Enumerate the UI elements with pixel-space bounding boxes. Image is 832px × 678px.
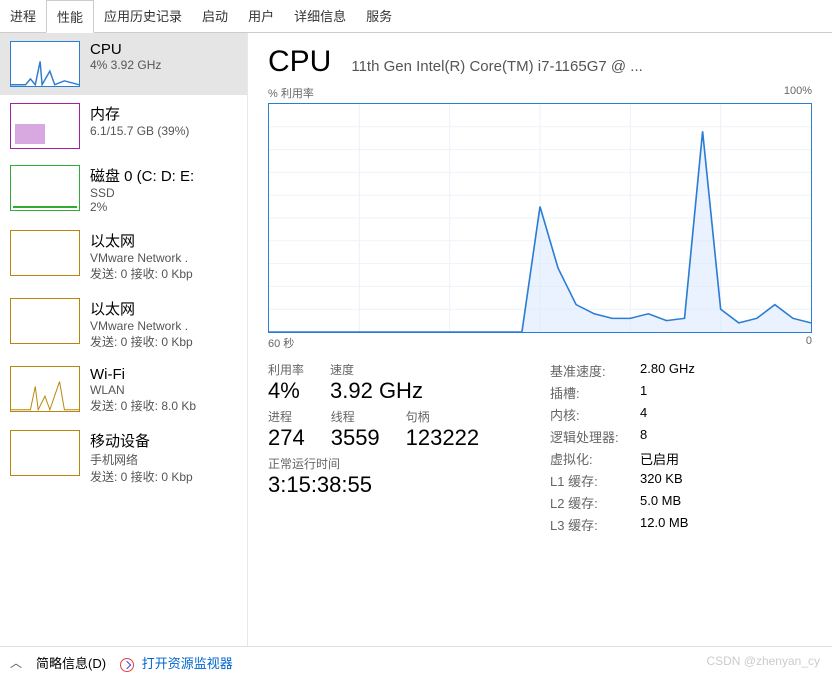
sidebar-thumb-3 — [10, 230, 80, 276]
cpu-usage-chart[interactable] — [268, 103, 812, 333]
resource-monitor-label: 打开资源监视器 — [142, 656, 233, 671]
sidebar-sub2: 2% — [90, 200, 237, 214]
sidebar-sub: 6.1/15.7 GB (39%) — [90, 124, 237, 138]
page-title: CPU — [268, 45, 331, 79]
content: CPU4% 3.92 GHz内存6.1/15.7 GB (39%)磁盘 0 (C… — [0, 33, 832, 649]
stat-进程: 进程274 — [268, 408, 305, 451]
sidebar-sub2: 发送: 0 接收: 0 Kbp — [90, 265, 237, 282]
stat-句柄: 句柄123222 — [406, 408, 479, 451]
kv-row: 基准速度:2.80 GHz — [550, 361, 812, 380]
tab-3[interactable]: 启动 — [192, 0, 238, 32]
sidebar-thumb-6 — [10, 430, 80, 476]
sidebar-item-0[interactable]: CPU4% 3.92 GHz — [0, 33, 247, 95]
tab-2[interactable]: 应用历史记录 — [94, 0, 192, 32]
sidebar-item-2[interactable]: 磁盘 0 (C: D: E:SSD2% — [0, 157, 247, 222]
sidebar-thumb-1 — [10, 103, 80, 149]
tab-bar: 进程性能应用历史记录启动用户详细信息服务 — [0, 0, 832, 33]
uptime-value: 3:15:38:55 — [268, 472, 530, 498]
sidebar-sub: WLAN — [90, 383, 237, 397]
sidebar-thumb-4 — [10, 298, 80, 344]
tab-5[interactable]: 详细信息 — [284, 0, 356, 32]
tab-1[interactable]: 性能 — [46, 0, 94, 33]
sidebar-thumb-0 — [10, 41, 80, 87]
kv-row: 逻辑处理器:8 — [550, 427, 812, 446]
sidebar-title: Wi-Fi — [90, 366, 237, 383]
sidebar-title: 以太网 — [90, 298, 237, 319]
tab-6[interactable]: 服务 — [356, 0, 402, 32]
chart-ymax: 100% — [784, 85, 812, 101]
kv-row: 插槽:1 — [550, 383, 812, 402]
sidebar-title: CPU — [90, 41, 237, 58]
sidebar-title: 内存 — [90, 103, 237, 124]
sidebar-sub: VMware Network . — [90, 251, 237, 265]
sidebar-sub: VMware Network . — [90, 319, 237, 333]
sidebar-item-4[interactable]: 以太网VMware Network .发送: 0 接收: 0 Kbp — [0, 290, 247, 358]
watermark: CSDN @zhenyan_cy — [706, 654, 820, 668]
sidebar-title: 磁盘 0 (C: D: E: — [90, 165, 237, 186]
uptime-label: 正常运行时间 — [268, 455, 530, 472]
kv-row: 内核:4 — [550, 405, 812, 424]
sidebar-item-3[interactable]: 以太网VMware Network .发送: 0 接收: 0 Kbp — [0, 222, 247, 290]
sidebar-title: 以太网 — [90, 230, 237, 251]
sidebar-item-5[interactable]: Wi-FiWLAN发送: 0 接收: 8.0 Kb — [0, 358, 247, 422]
sidebar-sub: 4% 3.92 GHz — [90, 58, 237, 72]
sidebar-sub: SSD — [90, 186, 237, 200]
chart-xlabel-right: 0 — [806, 335, 812, 351]
sidebar: CPU4% 3.92 GHz内存6.1/15.7 GB (39%)磁盘 0 (C… — [0, 33, 248, 649]
tab-0[interactable]: 进程 — [0, 0, 46, 32]
stat-速度: 速度3.92 GHz — [330, 361, 423, 404]
resource-monitor-icon — [120, 658, 134, 672]
brief-info-button[interactable]: 简略信息(D) — [36, 653, 106, 672]
open-resource-monitor-link[interactable]: 打开资源监视器 — [120, 653, 233, 672]
sidebar-sub2: 发送: 0 接收: 8.0 Kb — [90, 397, 237, 414]
sidebar-item-6[interactable]: 移动设备手机网络发送: 0 接收: 0 Kbp — [0, 422, 247, 493]
kv-row: L1 缓存:320 KB — [550, 471, 812, 490]
sidebar-sub2: 发送: 0 接收: 0 Kbp — [90, 333, 237, 350]
chart-xlabel-left: 60 秒 — [268, 335, 294, 351]
stat-线程: 线程3559 — [331, 408, 380, 451]
sidebar-thumb-2 — [10, 165, 80, 211]
kv-row: L2 缓存:5.0 MB — [550, 493, 812, 512]
kv-row: L3 缓存:12.0 MB — [550, 515, 812, 534]
sidebar-sub2: 发送: 0 接收: 0 Kbp — [90, 468, 237, 485]
tab-4[interactable]: 用户 — [238, 0, 284, 32]
sidebar-sub: 手机网络 — [90, 451, 237, 468]
stat-利用率: 利用率4% — [268, 361, 304, 404]
chevron-up-icon[interactable]: ︿ — [10, 654, 22, 671]
sidebar-item-1[interactable]: 内存6.1/15.7 GB (39%) — [0, 95, 247, 157]
cpu-model: 11th Gen Intel(R) Core(TM) i7-1165G7 @ .… — [351, 58, 812, 75]
kv-row: 虚拟化:已启用 — [550, 449, 812, 468]
main-panel: CPU 11th Gen Intel(R) Core(TM) i7-1165G7… — [248, 33, 832, 649]
sidebar-title: 移动设备 — [90, 430, 237, 451]
sidebar-thumb-5 — [10, 366, 80, 412]
chart-ylabel: % 利用率 — [268, 85, 314, 101]
